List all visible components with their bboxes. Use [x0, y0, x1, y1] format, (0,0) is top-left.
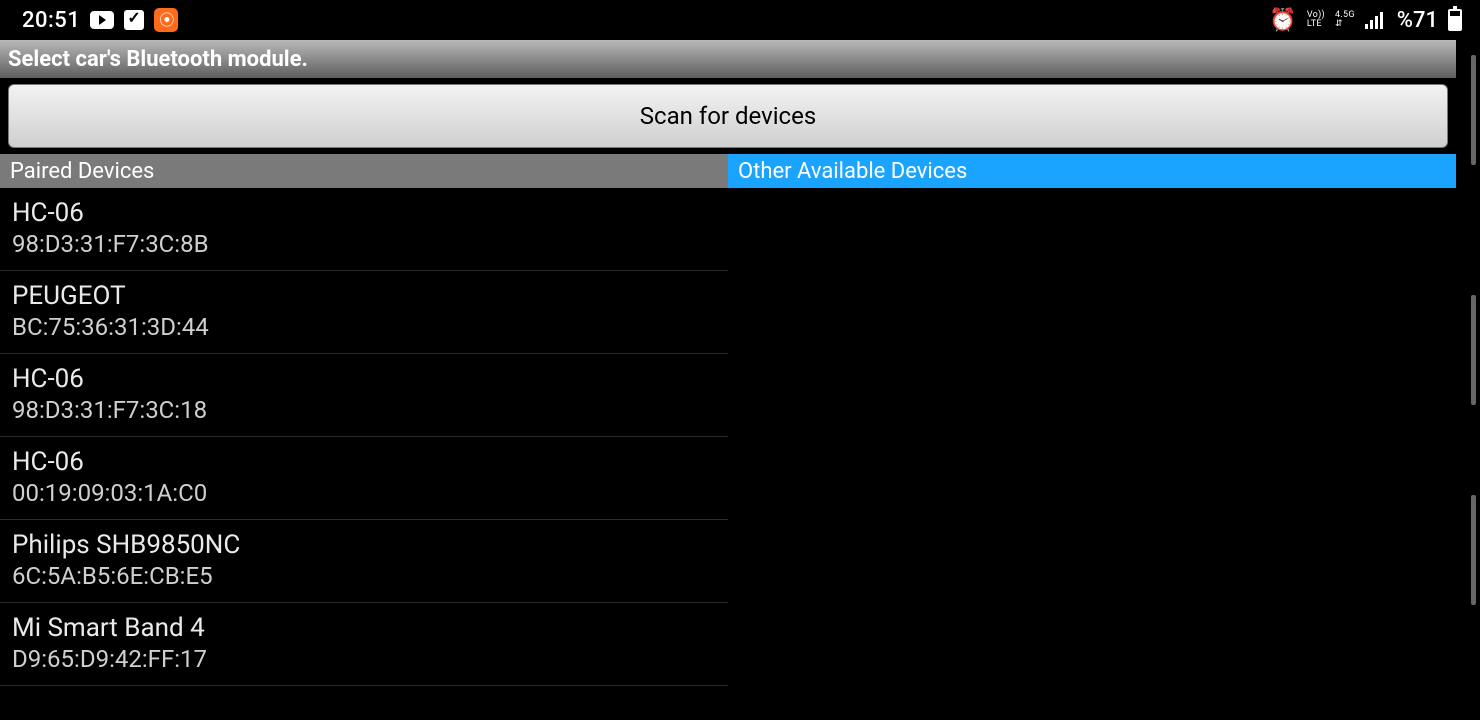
device-mac: BC:75:36:31:3D:44 [12, 313, 716, 341]
page-title-bar: Select car's Bluetooth module. [0, 40, 1456, 78]
download-complete-icon [124, 10, 144, 30]
paired-devices-header: Paired Devices [0, 154, 728, 188]
app-notification-icon [154, 8, 178, 32]
alarm-icon: ⏰ [1269, 8, 1296, 33]
other-devices-header: Other Available Devices [728, 154, 1456, 188]
section-headers: Paired Devices Other Available Devices [0, 154, 1456, 188]
scan-button-label: Scan for devices [640, 102, 816, 130]
device-mac: D9:65:D9:42:FF:17 [12, 645, 716, 673]
youtube-icon [90, 11, 114, 29]
device-mac: 98:D3:31:F7:3C:18 [12, 396, 716, 424]
device-item[interactable]: Mi Smart Band 4D9:65:D9:42:FF:17 [0, 603, 728, 686]
device-item[interactable]: HC-0698:D3:31:F7:3C:8B [0, 188, 728, 271]
device-name: PEUGEOT [12, 281, 716, 311]
scan-for-devices-button[interactable]: Scan for devices [8, 84, 1448, 148]
device-name: HC-06 [12, 364, 716, 394]
battery-icon [1448, 9, 1462, 31]
battery-percent: %71 [1397, 8, 1438, 33]
device-name: Philips SHB9850NC [12, 530, 716, 560]
device-item[interactable]: Philips SHB9850NC6C:5A:B5:6E:CB:E5 [0, 520, 728, 603]
network-type-indicator: 4.5G⇵ [1335, 11, 1355, 29]
device-item[interactable]: HC-0600:19:09:03:1A:C0 [0, 437, 728, 520]
device-name: Mi Smart Band 4 [12, 613, 716, 643]
scan-button-container: Scan for devices [0, 78, 1456, 154]
device-lists: HC-0698:D3:31:F7:3C:8BPEUGEOTBC:75:36:31… [0, 188, 1456, 720]
device-item[interactable]: HC-0698:D3:31:F7:3C:18 [0, 354, 728, 437]
status-bar: 20:51 ⏰ Vo))LTE 4.5G⇵ %71 [0, 0, 1480, 40]
device-item[interactable]: PEUGEOTBC:75:36:31:3D:44 [0, 271, 728, 354]
status-clock: 20:51 [22, 8, 80, 33]
signal-icon [1365, 11, 1387, 29]
device-name: HC-06 [12, 447, 716, 477]
device-name: HC-06 [12, 198, 716, 228]
other-devices-list[interactable] [728, 188, 1456, 720]
paired-devices-list[interactable]: HC-0698:D3:31:F7:3C:8BPEUGEOTBC:75:36:31… [0, 188, 728, 720]
page-title: Select car's Bluetooth module. [8, 47, 308, 72]
volte-indicator: Vo))LTE [1307, 11, 1325, 29]
device-mac: 00:19:09:03:1A:C0 [12, 479, 716, 507]
device-mac: 98:D3:31:F7:3C:8B [12, 230, 716, 258]
edge-gesture-indicators [1460, 0, 1476, 720]
device-mac: 6C:5A:B5:6E:CB:E5 [12, 562, 716, 590]
